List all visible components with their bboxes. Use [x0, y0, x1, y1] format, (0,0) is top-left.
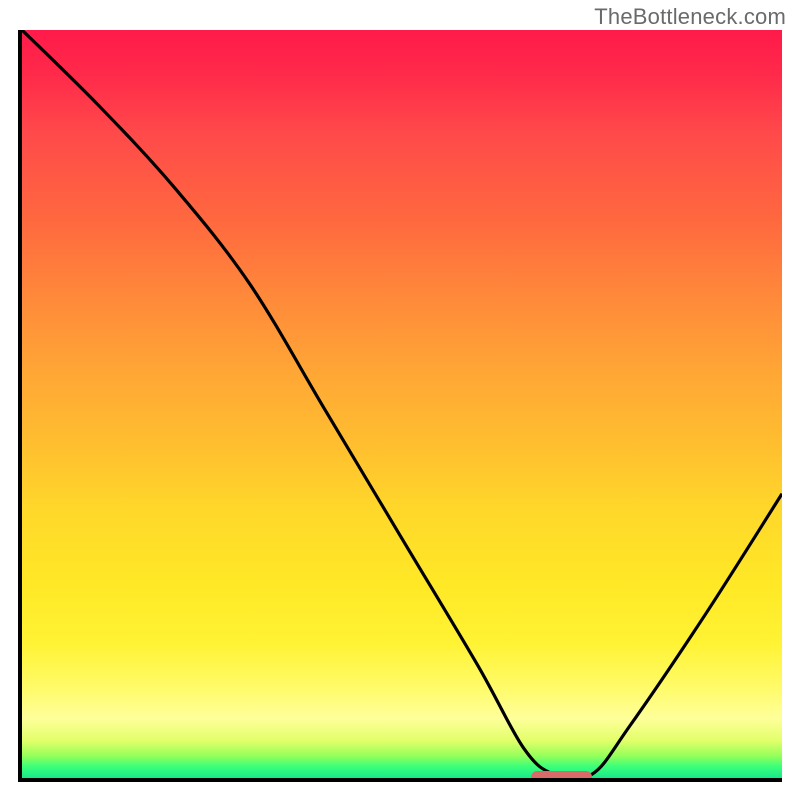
chart-area — [18, 30, 782, 782]
curve-svg — [22, 30, 782, 778]
bottleneck-curve — [22, 30, 782, 778]
plot-area — [18, 30, 782, 782]
watermark-text: TheBottleneck.com — [594, 4, 786, 30]
optimal-marker — [531, 771, 592, 778]
